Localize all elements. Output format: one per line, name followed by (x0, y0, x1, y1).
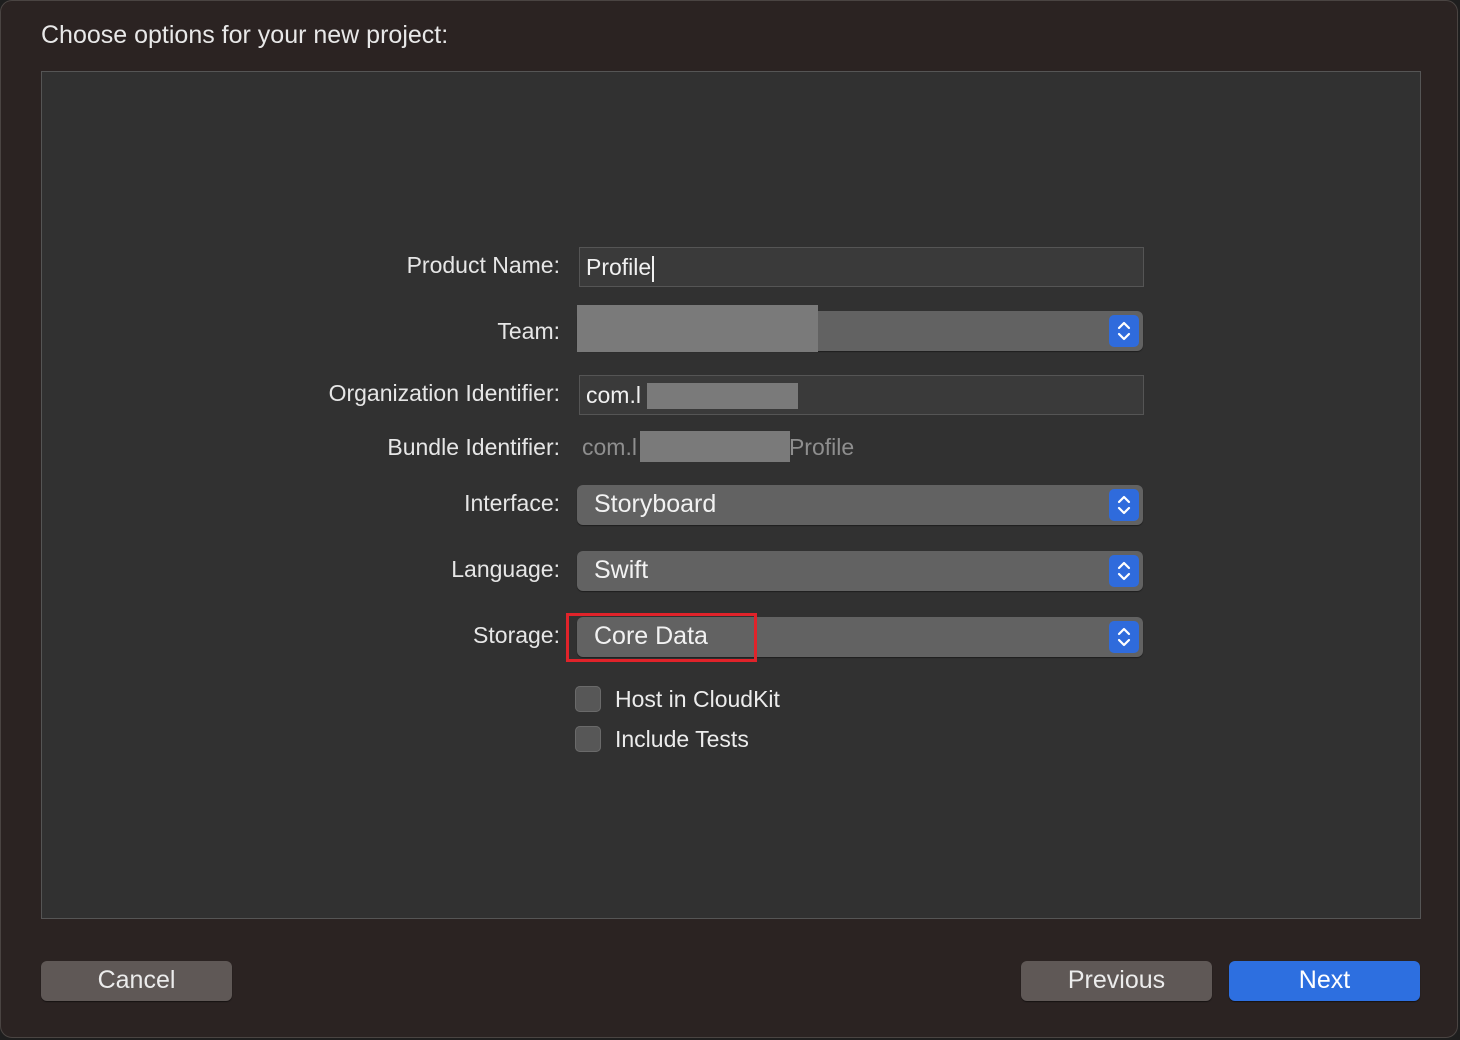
team-redaction (577, 305, 818, 352)
organization-identifier-redaction (647, 383, 798, 409)
bundle-identifier-redaction (640, 431, 790, 462)
bundle-identifier-label: Bundle Identifier: (387, 434, 560, 460)
language-value: Swift (594, 556, 649, 584)
organization-identifier-label: Organization Identifier: (328, 380, 560, 406)
cancel-button[interactable]: Cancel (41, 961, 232, 1001)
include-tests-checkbox[interactable] (575, 726, 601, 752)
options-panel: Product Name: Profile Team: Organization… (41, 71, 1421, 919)
host-in-cloudkit-label: Host in CloudKit (615, 685, 780, 712)
chevron-up-down-icon (1109, 555, 1139, 587)
product-name-value: Profile (586, 254, 652, 280)
interface-label: Interface: (464, 490, 560, 516)
host-in-cloudkit-checkbox[interactable] (575, 686, 601, 712)
organization-identifier-value: com.l (586, 382, 641, 408)
previous-button[interactable]: Previous (1021, 961, 1212, 1001)
text-caret (652, 255, 655, 282)
new-project-dialog: Choose options for your new project: Pro… (0, 0, 1458, 1038)
chevron-up-down-icon (1109, 489, 1139, 521)
dialog-heading: Choose options for your new project: (41, 21, 449, 49)
team-label: Team: (497, 318, 560, 344)
bundle-identifier-suffix: Profile (788, 434, 855, 460)
chevron-up-down-icon (1109, 315, 1139, 347)
include-tests-option[interactable]: Include Tests (575, 724, 749, 754)
bundle-identifier-prefix: com.l (582, 434, 637, 460)
product-name-label: Product Name: (406, 252, 560, 278)
language-label: Language: (451, 556, 560, 582)
product-name-field[interactable]: Profile (579, 247, 1144, 287)
include-tests-label: Include Tests (615, 725, 749, 752)
next-button[interactable]: Next (1229, 961, 1420, 1001)
language-popup[interactable]: Swift (577, 551, 1143, 591)
storage-highlight-box (566, 613, 757, 662)
interface-popup[interactable]: Storyboard (577, 485, 1143, 525)
chevron-up-down-icon (1109, 621, 1139, 653)
interface-value: Storyboard (594, 490, 717, 518)
host-in-cloudkit-option[interactable]: Host in CloudKit (575, 684, 780, 714)
storage-label: Storage: (473, 622, 560, 648)
